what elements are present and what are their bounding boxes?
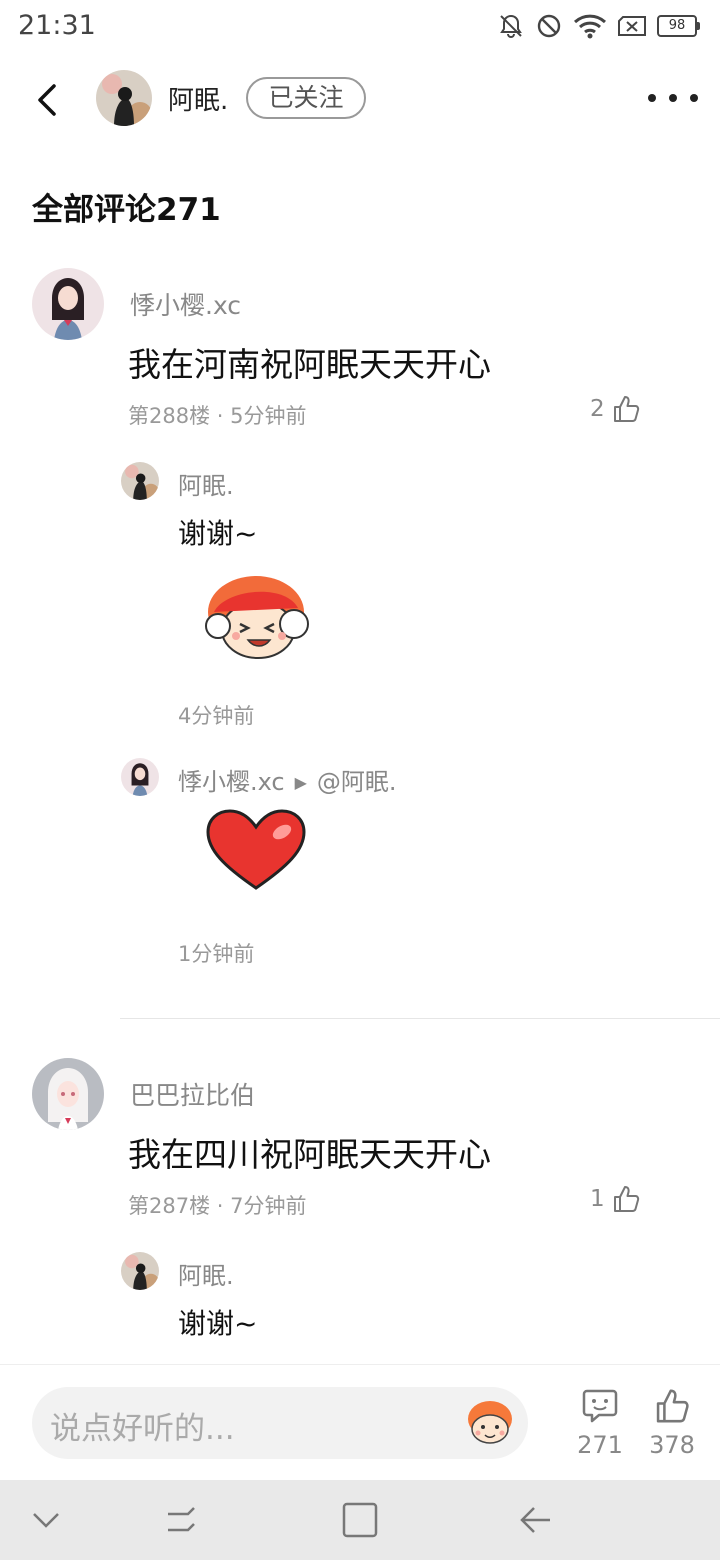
commenter-name[interactable]: 巴巴拉比伯 [130, 1076, 255, 1112]
like-button[interactable]: 2 [590, 394, 641, 424]
thumbs-up-icon [656, 1389, 689, 1423]
like-count: 1 [590, 1186, 605, 1212]
reply-text: 谢谢~ [178, 1307, 258, 1340]
reply-text: 谢谢~ [178, 517, 258, 550]
wifi-icon [573, 14, 607, 39]
comment-text: 我在四川祝阿眠天天开心 [128, 1135, 491, 1174]
more-options-button[interactable] [648, 80, 698, 116]
replier-line: 悸小樱.xc ▶ @阿眠. [178, 762, 397, 797]
comments-title: 全部评论271 [32, 192, 221, 228]
status-time: 21:31 [18, 10, 96, 41]
replier-name[interactable]: 悸小樱.xc [178, 768, 285, 796]
reply-to-mention[interactable]: @阿眠. [317, 768, 397, 796]
bell-off-icon [500, 14, 522, 38]
arrow-left-icon [520, 1507, 550, 1533]
back-button[interactable] [28, 80, 68, 120]
square-home-icon [342, 1502, 378, 1538]
comment-input[interactable]: 说点好听的... [32, 1387, 528, 1459]
reply-arrow-icon: ▶ [294, 773, 307, 792]
comment-meta: 第287楼 · 7分钟前 [128, 1194, 307, 1218]
comment-meta: 第288楼 · 5分钟前 [128, 404, 307, 428]
more-dots-icon [648, 94, 656, 102]
top-bar: 阿眠. 已关注 [0, 60, 720, 140]
status-bar: 21:31 98 [0, 0, 720, 56]
replier-avatar[interactable] [121, 758, 159, 796]
nav-menu-button[interactable] [162, 1500, 202, 1540]
nav-home-button[interactable] [340, 1500, 380, 1540]
author-name[interactable]: 阿眠. [168, 80, 228, 117]
mascot-emoji-icon[interactable] [462, 1395, 518, 1451]
nav-back-button[interactable] [516, 1500, 556, 1540]
reply-time: 4分钟前 [178, 704, 255, 728]
comment-input-placeholder: 说点好听的... [50, 1411, 235, 1447]
system-nav-bar [0, 1480, 720, 1560]
author-avatar[interactable] [96, 70, 152, 126]
like-button[interactable]: 1 [590, 1184, 641, 1214]
commenter-name[interactable]: 悸小樱.xc [130, 286, 241, 322]
chevron-left-icon [38, 84, 56, 116]
thumbs-up-icon [613, 396, 639, 422]
commenter-avatar[interactable] [32, 268, 104, 340]
replier-name[interactable]: 阿眠. [178, 466, 234, 501]
comment-text: 我在河南祝阿眠天天开心 [128, 345, 491, 384]
status-icons: 98 [497, 12, 700, 40]
commenter-avatar[interactable] [32, 1058, 104, 1130]
like-count: 378 [649, 1431, 695, 1459]
battery-indicator: 98 [657, 15, 700, 37]
comment-bubble-icon [582, 1389, 618, 1423]
red-heart-sticker [204, 808, 308, 892]
nav-hide-button[interactable] [26, 1500, 66, 1540]
do-not-disturb-icon [537, 14, 561, 38]
sim-blocked-icon [618, 16, 646, 36]
comment-count: 271 [577, 1431, 623, 1459]
laughing-mascot-sticker [200, 572, 320, 668]
battery-level: 98 [657, 15, 697, 37]
replier-avatar[interactable] [121, 462, 159, 500]
comment-count-button[interactable]: 271 [570, 1387, 630, 1459]
comment-input-bar: 说点好听的... 271 378 [0, 1364, 720, 1481]
reply-time: 1分钟前 [178, 942, 255, 966]
like-count: 2 [590, 396, 605, 422]
replier-avatar[interactable] [121, 1252, 159, 1290]
thumbs-up-icon [613, 1186, 639, 1212]
replier-name[interactable]: 阿眠. [178, 1256, 234, 1291]
menu-icon [168, 1507, 195, 1532]
comment-divider [120, 1018, 720, 1019]
like-count-button[interactable]: 378 [642, 1387, 702, 1459]
follow-button[interactable]: 已关注 [246, 77, 366, 119]
chevron-down-icon [33, 1513, 59, 1528]
